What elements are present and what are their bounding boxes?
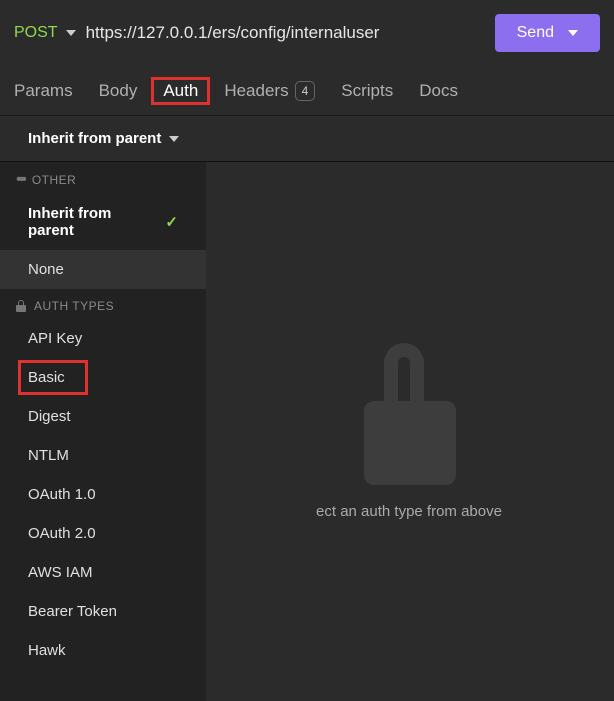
auth-option-aws-iam[interactable]: AWS IAM	[0, 553, 206, 592]
auth-type-selector[interactable]: Inherit from parent	[0, 116, 614, 161]
lock-illustration	[364, 343, 456, 485]
tab-scripts[interactable]: Scripts	[341, 66, 393, 115]
tabs-row: Params Body Auth Headers 4 Scripts Docs	[0, 66, 614, 116]
auth-option-bearer[interactable]: Bearer Token	[0, 592, 206, 631]
auth-option-api-key[interactable]: API Key	[0, 319, 206, 358]
method-select[interactable]: POST	[14, 24, 76, 42]
lock-icon	[16, 300, 26, 312]
auth-option-oauth1[interactable]: OAuth 1.0	[0, 475, 206, 514]
tab-auth[interactable]: Auth	[163, 66, 198, 115]
section-label: OTHER	[32, 173, 77, 187]
auth-option-ntlm[interactable]: NTLM	[0, 436, 206, 475]
placeholder-text: ect an auth type from above	[316, 503, 502, 520]
chevron-down-icon	[169, 136, 179, 142]
send-label: Send	[517, 24, 554, 42]
chevron-down-icon	[66, 30, 76, 36]
auth-option-none[interactable]: None	[0, 250, 206, 289]
method-label: POST	[14, 24, 58, 42]
auth-option-oauth2[interactable]: OAuth 2.0	[0, 514, 206, 553]
section-auth-types: AUTH TYPES	[0, 289, 206, 319]
send-button[interactable]: Send	[495, 14, 600, 52]
tab-params[interactable]: Params	[14, 66, 73, 115]
tab-body[interactable]: Body	[99, 66, 138, 115]
auth-option-inherit[interactable]: Inherit from parent ✓	[0, 194, 206, 250]
check-icon: ✓	[165, 213, 178, 231]
main-area: ••• OTHER Inherit from parent ✓ None AUT…	[0, 161, 614, 701]
section-other: ••• OTHER	[0, 162, 206, 194]
auth-content: ect an auth type from above	[206, 162, 614, 701]
auth-option-digest[interactable]: Digest	[0, 397, 206, 436]
section-label: AUTH TYPES	[34, 299, 114, 313]
tab-headers[interactable]: Headers 4	[224, 66, 315, 115]
headers-count-badge: 4	[295, 81, 316, 101]
dots-icon: •••	[16, 172, 24, 188]
unlocked-icon	[364, 343, 456, 485]
auth-selector-label: Inherit from parent	[28, 130, 161, 147]
tab-docs[interactable]: Docs	[419, 66, 458, 115]
url-input[interactable]	[86, 23, 485, 43]
request-bar: POST Send	[0, 0, 614, 66]
auth-option-hawk[interactable]: Hawk	[0, 631, 206, 670]
auth-type-sidebar: ••• OTHER Inherit from parent ✓ None AUT…	[0, 162, 206, 701]
chevron-down-icon	[568, 30, 578, 36]
auth-option-basic[interactable]: Basic	[0, 358, 206, 397]
